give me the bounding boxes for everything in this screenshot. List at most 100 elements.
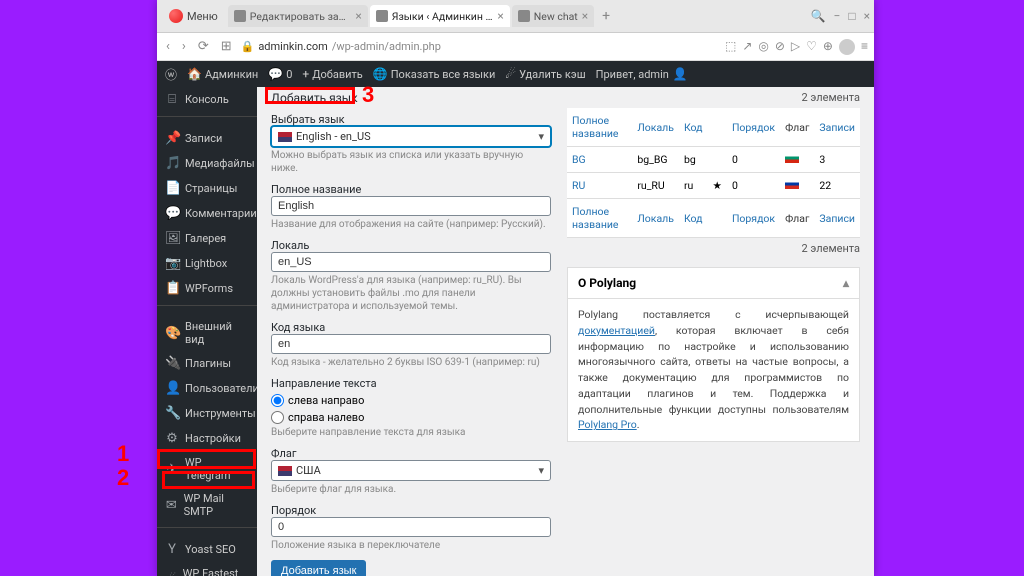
lang-link[interactable]: BG [572,153,586,166]
languages-table: Полное название Локаль Код Порядок Флаг … [567,108,860,238]
sidebar-item-settings[interactable]: ⚙Настройки [157,426,257,451]
minimize-icon[interactable]: − [833,9,840,23]
sidebar-item-gallery[interactable]: 🖼Галерея [157,226,257,251]
col-code[interactable]: Код [679,108,708,147]
select-label: Выбрать язык [271,113,551,126]
order-input[interactable] [271,517,551,537]
pro-link[interactable]: Polylang Pro [578,418,637,431]
col-locale[interactable]: Локаль [632,108,679,147]
annotation-2: 2 [117,465,129,491]
wp-logo[interactable]: ⓦ [165,66,177,83]
heart-icon[interactable]: ♡ [806,39,817,55]
sidebar-item-mail[interactable]: ✉WP Mail SMTP [157,487,257,523]
sidebar-item-tools[interactable]: 🔧Инструменты [157,401,257,426]
avatar-icon[interactable] [839,39,855,55]
toggle-icon[interactable]: ▴ [843,276,849,290]
name-input[interactable] [271,196,551,216]
name-label: Полное название [271,183,551,196]
sidebar-item-telegram[interactable]: ✈WP Telegram [157,451,257,487]
docs-link[interactable]: документацией [578,324,655,337]
sidebar-item-comments[interactable]: 💬Комментарии [157,201,257,226]
search-icon[interactable]: 🔍 [811,9,826,23]
language-select[interactable]: English - en_US▾ [271,126,551,147]
ru-flag-icon [785,179,799,189]
sidebar-item-pages[interactable]: 📄Страницы [157,176,257,201]
select-desc: Можно выбрать язык из списка или указать… [271,149,551,175]
dir-ltr[interactable]: слева направо [271,394,551,407]
us-flag-icon [278,466,292,476]
tab-3[interactable]: New chat× [512,5,594,27]
lock-icon: 🔒 [241,40,255,53]
menu-icon[interactable]: ≡ [861,39,868,55]
item-count: 2 элемента [567,91,860,104]
sidebar-item-lightbox[interactable]: 📷Lightbox [157,251,257,276]
close-icon[interactable]: × [497,9,503,23]
about-box: О Polylang▴ Polylang поставляется с исче… [567,267,860,442]
hub-icon[interactable]: ⊞ [218,39,235,54]
about-title[interactable]: О Polylang▴ [568,268,859,299]
lang-link[interactable]: RU [572,179,585,192]
site-link[interactable]: 🏠Админкин [187,67,258,81]
add-language-form: Добавить язык Выбрать язык English - en_… [271,87,551,576]
ext-icon[interactable]: ▷ [791,39,800,55]
sidebar-item-appearance[interactable]: 🎨Внешний вид [157,315,257,351]
maximize-icon[interactable]: □ [848,9,855,23]
sidebar-item-dashboard[interactable]: ⌸Консоль [157,87,257,112]
close-window-icon[interactable]: × [864,9,870,23]
ext-icon[interactable]: ⬚ [725,39,736,55]
tab-bar: Меню Редактировать запись "Ка…× Языки ‹ … [157,0,874,33]
sidebar-item-wpforms[interactable]: 📋WPForms [157,276,257,301]
favicon [518,10,530,22]
sidebar-item-media[interactable]: 🎵Медиафайлы [157,151,257,176]
about-content: Polylang поставляется с исчерпывающей до… [568,299,859,441]
back-icon[interactable]: ‹ [163,39,173,54]
new-tab-button[interactable]: + [596,8,616,24]
main-content: Добавить язык Выбрать язык English - en_… [257,87,874,576]
reload-icon[interactable]: ⟳ [195,39,212,54]
show-langs[interactable]: 🌐Показать все языки [373,67,496,81]
sidebar-item-yoast[interactable]: YYoast SEO [157,537,257,562]
tab-2[interactable]: Языки ‹ Админкин — Wo…× [370,5,510,27]
sidebar-item-plugins[interactable]: 🔌Плагины [157,351,257,376]
ext-icon[interactable]: ⊕ [823,39,833,55]
code-label: Код языка [271,321,551,334]
close-icon[interactable]: × [582,9,588,23]
url-field[interactable]: 🔒adminkin.com/wp-admin/admin.php [241,40,719,53]
bg-flag-icon [785,153,799,163]
table-row: RU ru_RU ru ★ 0 22 [567,173,860,199]
forward-icon[interactable]: › [179,39,189,54]
dir-rtl[interactable]: справа налево [271,411,551,424]
close-icon[interactable]: × [355,9,361,23]
sidebar-item-posts[interactable]: 📌Записи [157,126,257,151]
ext-icon[interactable]: ⊘ [775,39,785,55]
ext-icon[interactable]: ↗ [742,39,752,55]
comments-link[interactable]: 💬0 [268,67,292,81]
howdy[interactable]: Привет, admin👤 [596,67,866,81]
table-row: BG bg_BG bg 0 3 [567,147,860,173]
new-content[interactable]: +Добавить [302,67,362,81]
chevron-down-icon: ▾ [538,130,544,143]
dir-label: Направление текста [271,377,551,390]
col-order[interactable]: Порядок [727,108,780,147]
locale-input[interactable] [271,252,551,272]
flag-select[interactable]: США▾ [271,460,551,481]
add-language-button[interactable]: Добавить язык [271,560,366,576]
ext-icon[interactable]: ◎ [758,39,768,55]
tab-1[interactable]: Редактировать запись "Ка…× [228,5,368,27]
col-flag: Флаг [780,108,814,147]
browser-window: Меню Редактировать запись "Ка…× Языки ‹ … [157,0,874,576]
sidebar-item-users[interactable]: 👤Пользователи [157,376,257,401]
locale-label: Локаль [271,239,551,252]
sidebar-item-fastest-cache[interactable]: ☄WP Fastest Cache [157,562,257,576]
wp-admin-bar: ⓦ 🏠Админкин 💬0 +Добавить 🌐Показать все я… [157,61,874,87]
col-posts[interactable]: Записи [814,108,860,147]
flush-cache[interactable]: ☄Удалить кэш [505,67,585,81]
browser-menu[interactable]: Меню [161,9,226,23]
form-title: Добавить язык [271,91,551,105]
chevron-down-icon: ▾ [538,464,544,477]
col-name[interactable]: Полное название [567,108,632,147]
us-flag-icon [278,132,292,142]
favicon [234,10,246,22]
code-input[interactable] [271,334,551,354]
address-bar: ‹ › ⟳ ⊞ 🔒adminkin.com/wp-admin/admin.php… [157,33,874,61]
